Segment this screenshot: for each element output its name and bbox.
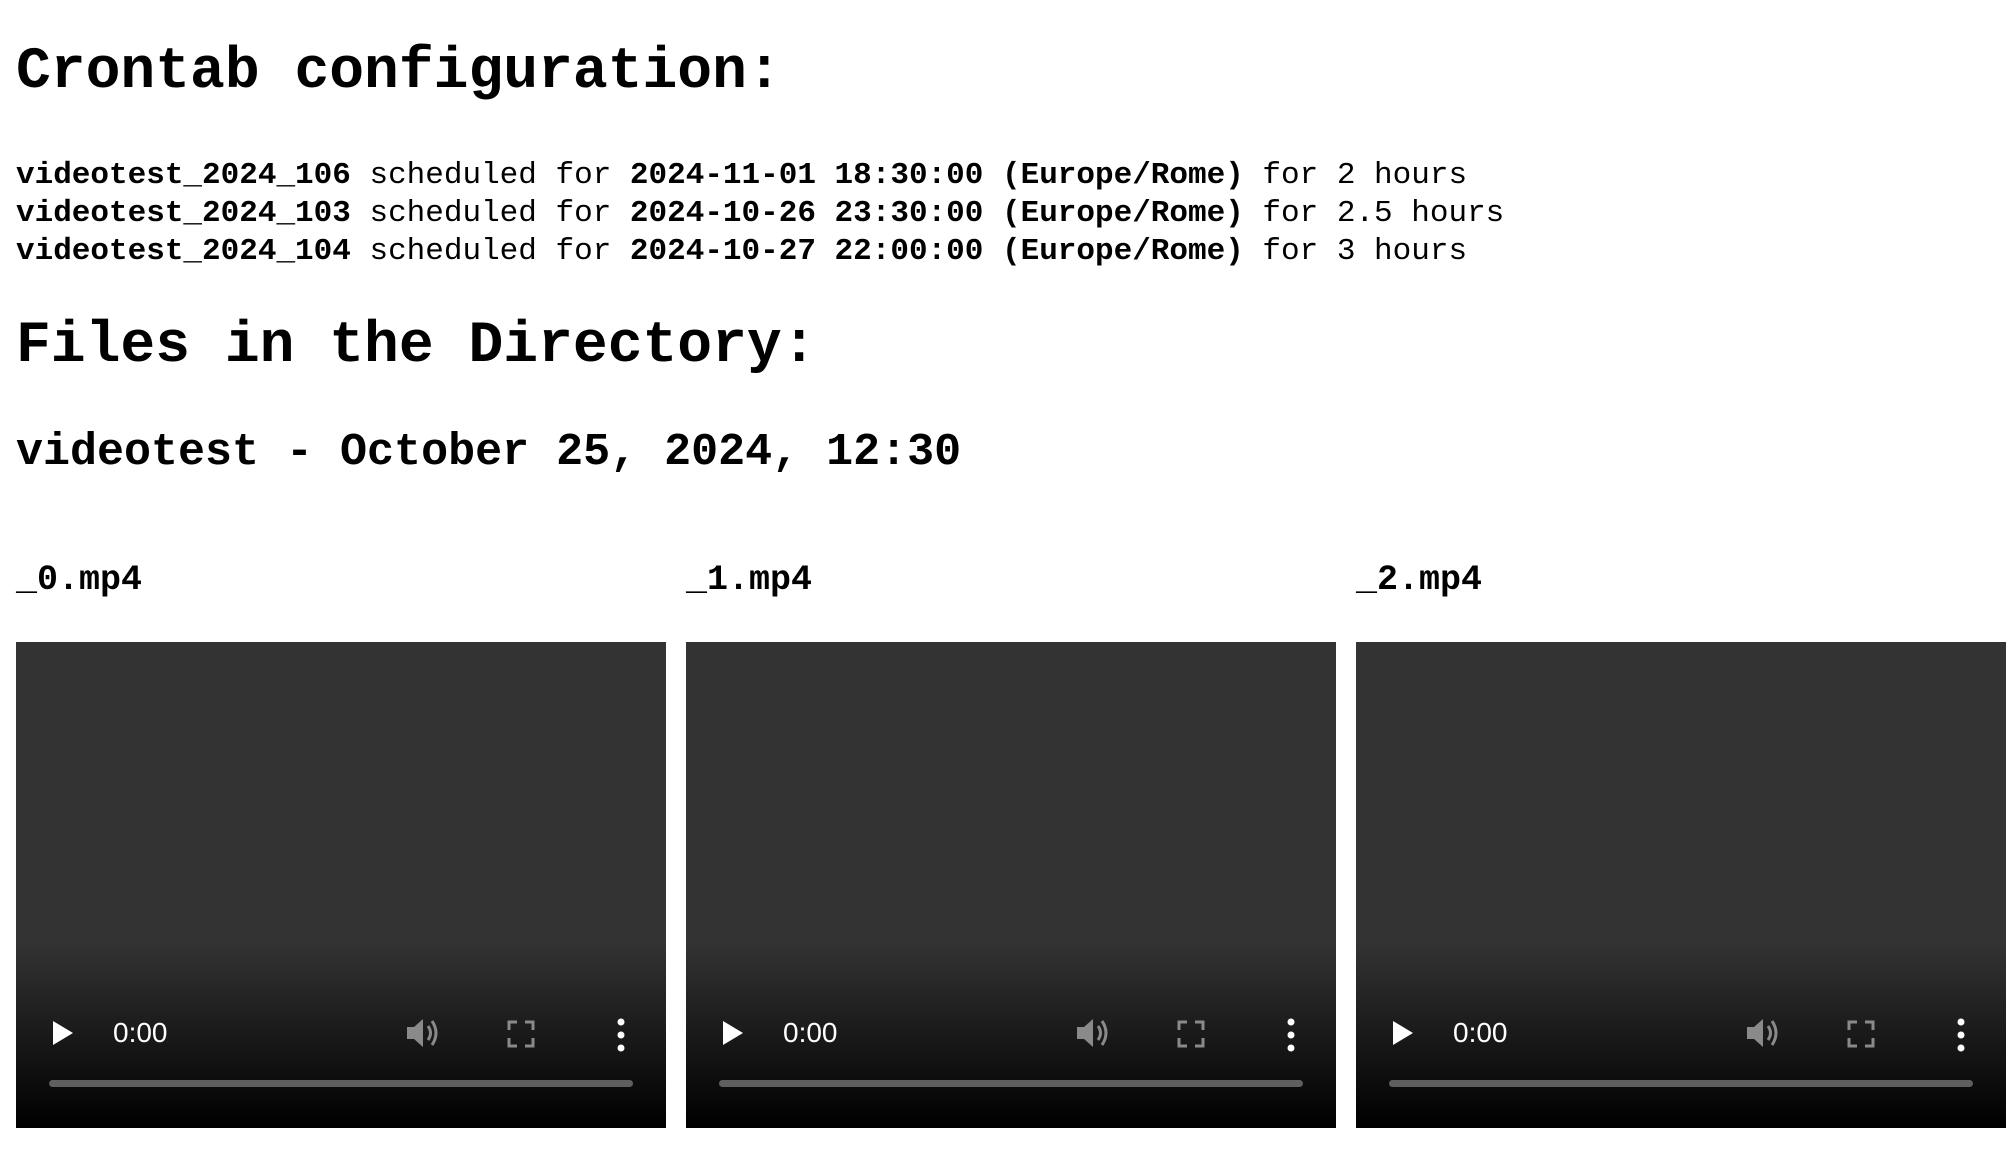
more-options-icon[interactable] <box>1285 1017 1297 1053</box>
job-name: videotest_2024_103 <box>16 196 351 231</box>
fullscreen-icon[interactable] <box>506 1019 536 1049</box>
crontab-entry: videotest_2024_104 scheduled for 2024-10… <box>16 233 1504 271</box>
video-player[interactable]: 0:00 <box>1356 642 2006 1128</box>
job-connector: scheduled for <box>350 158 630 193</box>
job-name: videotest_2024_104 <box>16 234 351 269</box>
video-time: 0:00 <box>1453 1017 1508 1048</box>
volume-icon[interactable] <box>1743 1015 1783 1051</box>
job-timezone: (Europe/Rome) <box>1001 158 1244 193</box>
file-label: _2.mp4 <box>1356 560 1483 600</box>
crontab-entry: videotest_2024_103 scheduled for 2024-10… <box>16 195 1504 233</box>
play-icon[interactable] <box>53 1021 73 1045</box>
job-connector: scheduled for <box>350 196 630 231</box>
job-datetime: 2024-11-01 18:30:00 <box>629 158 984 193</box>
crontab-list: videotest_2024_106 scheduled for 2024-11… <box>16 157 1504 271</box>
more-options-icon[interactable] <box>615 1017 627 1053</box>
progress-bar[interactable] <box>719 1080 1303 1087</box>
crontab-heading: Crontab configuration: <box>16 40 782 105</box>
job-duration: for 3 hours <box>1243 234 1468 269</box>
video-player[interactable]: 0:00 <box>686 642 1336 1128</box>
fullscreen-icon[interactable] <box>1846 1019 1876 1049</box>
job-duration: for 2 hours <box>1243 158 1468 193</box>
more-options-icon[interactable] <box>1955 1017 1967 1053</box>
volume-icon[interactable] <box>1073 1015 1113 1051</box>
play-icon[interactable] <box>723 1021 743 1045</box>
job-datetime: 2024-10-27 22:00:00 <box>629 234 984 269</box>
job-datetime: 2024-10-26 23:30:00 <box>629 196 984 231</box>
job-name: videotest_2024_106 <box>16 158 351 193</box>
progress-bar[interactable] <box>1389 1080 1973 1087</box>
job-duration: for 2.5 hours <box>1243 196 1505 231</box>
file-label: _1.mp4 <box>686 560 813 600</box>
page: Crontab configuration: videotest_2024_10… <box>0 0 2012 1152</box>
video-time: 0:00 <box>783 1017 838 1048</box>
volume-icon[interactable] <box>403 1015 443 1051</box>
progress-bar[interactable] <box>49 1080 633 1087</box>
fullscreen-icon[interactable] <box>1176 1019 1206 1049</box>
job-connector: scheduled for <box>350 234 630 269</box>
video-player[interactable]: 0:00 <box>16 642 666 1128</box>
play-icon[interactable] <box>1393 1021 1413 1045</box>
files-heading: Files in the Directory: <box>16 314 817 379</box>
file-label: _0.mp4 <box>16 560 143 600</box>
job-timezone: (Europe/Rome) <box>1001 234 1244 269</box>
video-time: 0:00 <box>113 1017 168 1048</box>
directory-title: videotest - October 25, 2024, 12:30 <box>16 427 962 478</box>
job-timezone: (Europe/Rome) <box>1001 196 1244 231</box>
crontab-entry: videotest_2024_106 scheduled for 2024-11… <box>16 157 1504 195</box>
